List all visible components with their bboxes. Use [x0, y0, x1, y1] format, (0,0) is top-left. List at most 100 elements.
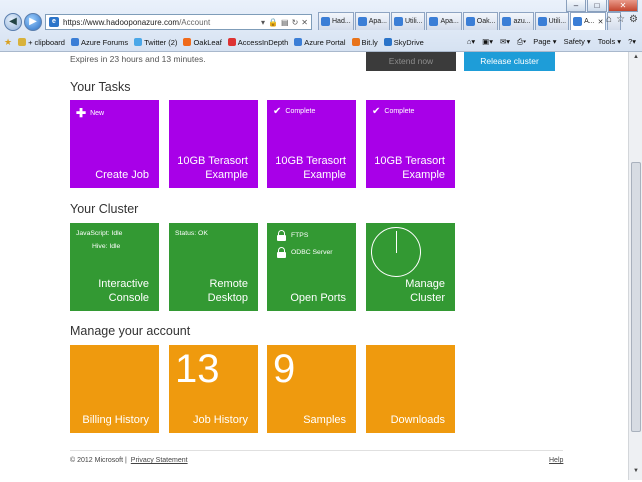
favorites-bar: ★ + clipboard Azure Forums Twitter (2) O…: [0, 33, 642, 51]
tile-label: Manage Cluster: [405, 278, 445, 304]
tile-label: Downloads: [390, 414, 445, 426]
site-icon: e: [49, 17, 59, 27]
job-count: 13: [175, 347, 220, 391]
favorite-clipboard[interactable]: + clipboard: [18, 38, 65, 47]
vertical-scrollbar[interactable]: ▲ ▼: [628, 52, 642, 480]
samples-count: 9: [273, 347, 296, 391]
tab-active[interactable]: A... ✕: [570, 12, 607, 30]
terasort-tile-1[interactable]: 10GB Terasort Example: [169, 100, 258, 188]
favorite-twitter[interactable]: Twitter (2): [134, 38, 177, 47]
terasort-tile-3[interactable]: ✔ Complete 10GB Terasort Example: [366, 100, 455, 188]
tab-favicon-icon: [357, 17, 367, 26]
stop-icon[interactable]: ✕: [301, 18, 308, 27]
scroll-down-icon[interactable]: ▼: [631, 468, 641, 478]
tab-2[interactable]: Apa...: [354, 12, 390, 30]
compat-icon[interactable]: ▤: [281, 18, 289, 27]
port-ftps: FTPS: [277, 230, 308, 241]
tab-6[interactable]: azu...: [499, 12, 534, 30]
tile-corner: ✔ Complete: [372, 106, 415, 117]
favorite-skydrive[interactable]: SkyDrive: [383, 38, 424, 47]
refresh-icon[interactable]: ↻: [292, 18, 299, 27]
favorite-accessindepth[interactable]: AccessInDepth: [227, 38, 288, 47]
help-menu[interactable]: ?▾: [628, 37, 636, 47]
console-status: JavaScript: Idle Hive: Idle: [76, 230, 123, 250]
tab-favicon-icon: [429, 17, 439, 26]
samples-tile[interactable]: 9 Samples: [267, 345, 356, 433]
minimize-button[interactable]: –: [566, 0, 586, 12]
home-icon[interactable]: ⌂: [606, 14, 612, 25]
favorites-star-icon[interactable]: ★: [4, 37, 12, 48]
mail-icon[interactable]: ✉▾: [500, 37, 510, 47]
privacy-link[interactable]: Privacy Statement: [131, 457, 188, 464]
toolbar-right: ⌂ ☆ ⚙: [606, 14, 638, 25]
favorites-star-icon[interactable]: ☆: [616, 14, 625, 25]
safety-menu[interactable]: Safety ▾: [564, 37, 591, 47]
favorite-azure-portal[interactable]: Azure Portal: [294, 38, 346, 47]
lock-icon[interactable]: 🔒: [268, 18, 278, 27]
tile-corner: ✚ New: [76, 106, 105, 120]
downloads-tile[interactable]: Downloads: [366, 345, 455, 433]
tab-1[interactable]: Had...: [318, 12, 354, 30]
gear-icon[interactable]: ⚙: [629, 14, 638, 25]
remote-status: Status: OK: [175, 230, 208, 237]
account-heading: Manage your account: [70, 324, 191, 338]
lock-icon: [277, 247, 286, 258]
help-link[interactable]: Help: [549, 457, 563, 464]
release-cluster-button[interactable]: Release cluster: [464, 52, 555, 71]
cluster-heading: Your Cluster: [70, 202, 139, 216]
favorite-oakleaf[interactable]: OakLeaf: [183, 38, 222, 47]
tab-favicon-icon: [465, 17, 475, 26]
remote-desktop-tile[interactable]: Status: OK Remote Desktop: [169, 223, 258, 311]
url-text: https://www.hadooponazure.com/Account: [63, 17, 211, 27]
print-icon[interactable]: ⎙▾: [517, 37, 526, 47]
create-job-tile[interactable]: ✚ New Create Job: [70, 100, 159, 188]
tile-label: Remote Desktop: [207, 278, 248, 304]
tile-label: 10GB Terasort Example: [275, 155, 346, 181]
fav-icon: [134, 38, 143, 46]
dropdown-icon[interactable]: ▾: [261, 18, 265, 27]
tile-label: Job History: [192, 414, 248, 426]
forward-button[interactable]: ▶: [24, 13, 42, 31]
address-bar[interactable]: e https://www.hadooponazure.com/Account …: [45, 14, 312, 30]
terasort-tile-2[interactable]: ✔ Complete 10GB Terasort Example: [267, 100, 356, 188]
command-bar: ⌂▾ ▣▾ ✉▾ ⎙▾ Page ▾ Safety ▾ Tools ▾ ?▾: [467, 37, 642, 47]
fav-icon: [18, 38, 27, 46]
manage-cluster-tile[interactable]: Manage Cluster: [366, 223, 455, 311]
back-button[interactable]: ◀: [4, 13, 22, 31]
tile-label: Create Job: [95, 169, 149, 181]
close-window-button[interactable]: ✕: [608, 0, 638, 12]
tab-5[interactable]: Oak...: [462, 12, 499, 30]
feeds-icon[interactable]: ▣▾: [482, 37, 493, 47]
footer-divider: [70, 450, 563, 451]
tab-3[interactable]: Utili...: [390, 12, 426, 30]
copyright-text: © 2012 Microsoft |: [70, 457, 127, 464]
home-cmd-icon[interactable]: ⌂▾: [467, 37, 475, 47]
checkmark-icon: ✔: [273, 106, 282, 117]
fav-icon: [183, 38, 192, 46]
favorite-azure-forums[interactable]: Azure Forums: [70, 38, 128, 47]
plus-icon: ✚: [76, 106, 87, 120]
tile-corner: ✔ Complete: [273, 106, 316, 117]
tile-label: 10GB Terasort Example: [374, 155, 445, 181]
page-menu[interactable]: Page ▾: [533, 37, 556, 47]
favorite-bitly[interactable]: Bit.ly: [351, 38, 378, 47]
fav-icon: [294, 38, 303, 46]
tab-close-icon[interactable]: ✕: [598, 18, 604, 26]
billing-history-tile[interactable]: Billing History: [70, 345, 159, 433]
tile-label: Billing History: [82, 414, 149, 426]
scroll-thumb[interactable]: [631, 162, 641, 432]
port-odbc: ODBC Server: [277, 247, 333, 258]
tab-7[interactable]: Utili...: [534, 12, 570, 30]
checkmark-icon: ✔: [372, 106, 381, 117]
open-ports-tile[interactable]: FTPS ODBC Server Open Ports: [267, 223, 356, 311]
tools-menu[interactable]: Tools ▾: [598, 37, 621, 47]
scroll-up-icon[interactable]: ▲: [631, 54, 641, 64]
tab-favicon-icon: [321, 17, 330, 26]
maximize-button[interactable]: □: [587, 0, 607, 12]
fav-icon: [383, 38, 392, 46]
job-history-tile[interactable]: 13 Job History: [169, 345, 258, 433]
fav-icon: [227, 38, 236, 46]
extend-button[interactable]: Extend now: [366, 52, 456, 71]
tab-4[interactable]: Apa...: [426, 12, 462, 30]
interactive-console-tile[interactable]: JavaScript: Idle Hive: Idle Interactive C…: [70, 223, 159, 311]
